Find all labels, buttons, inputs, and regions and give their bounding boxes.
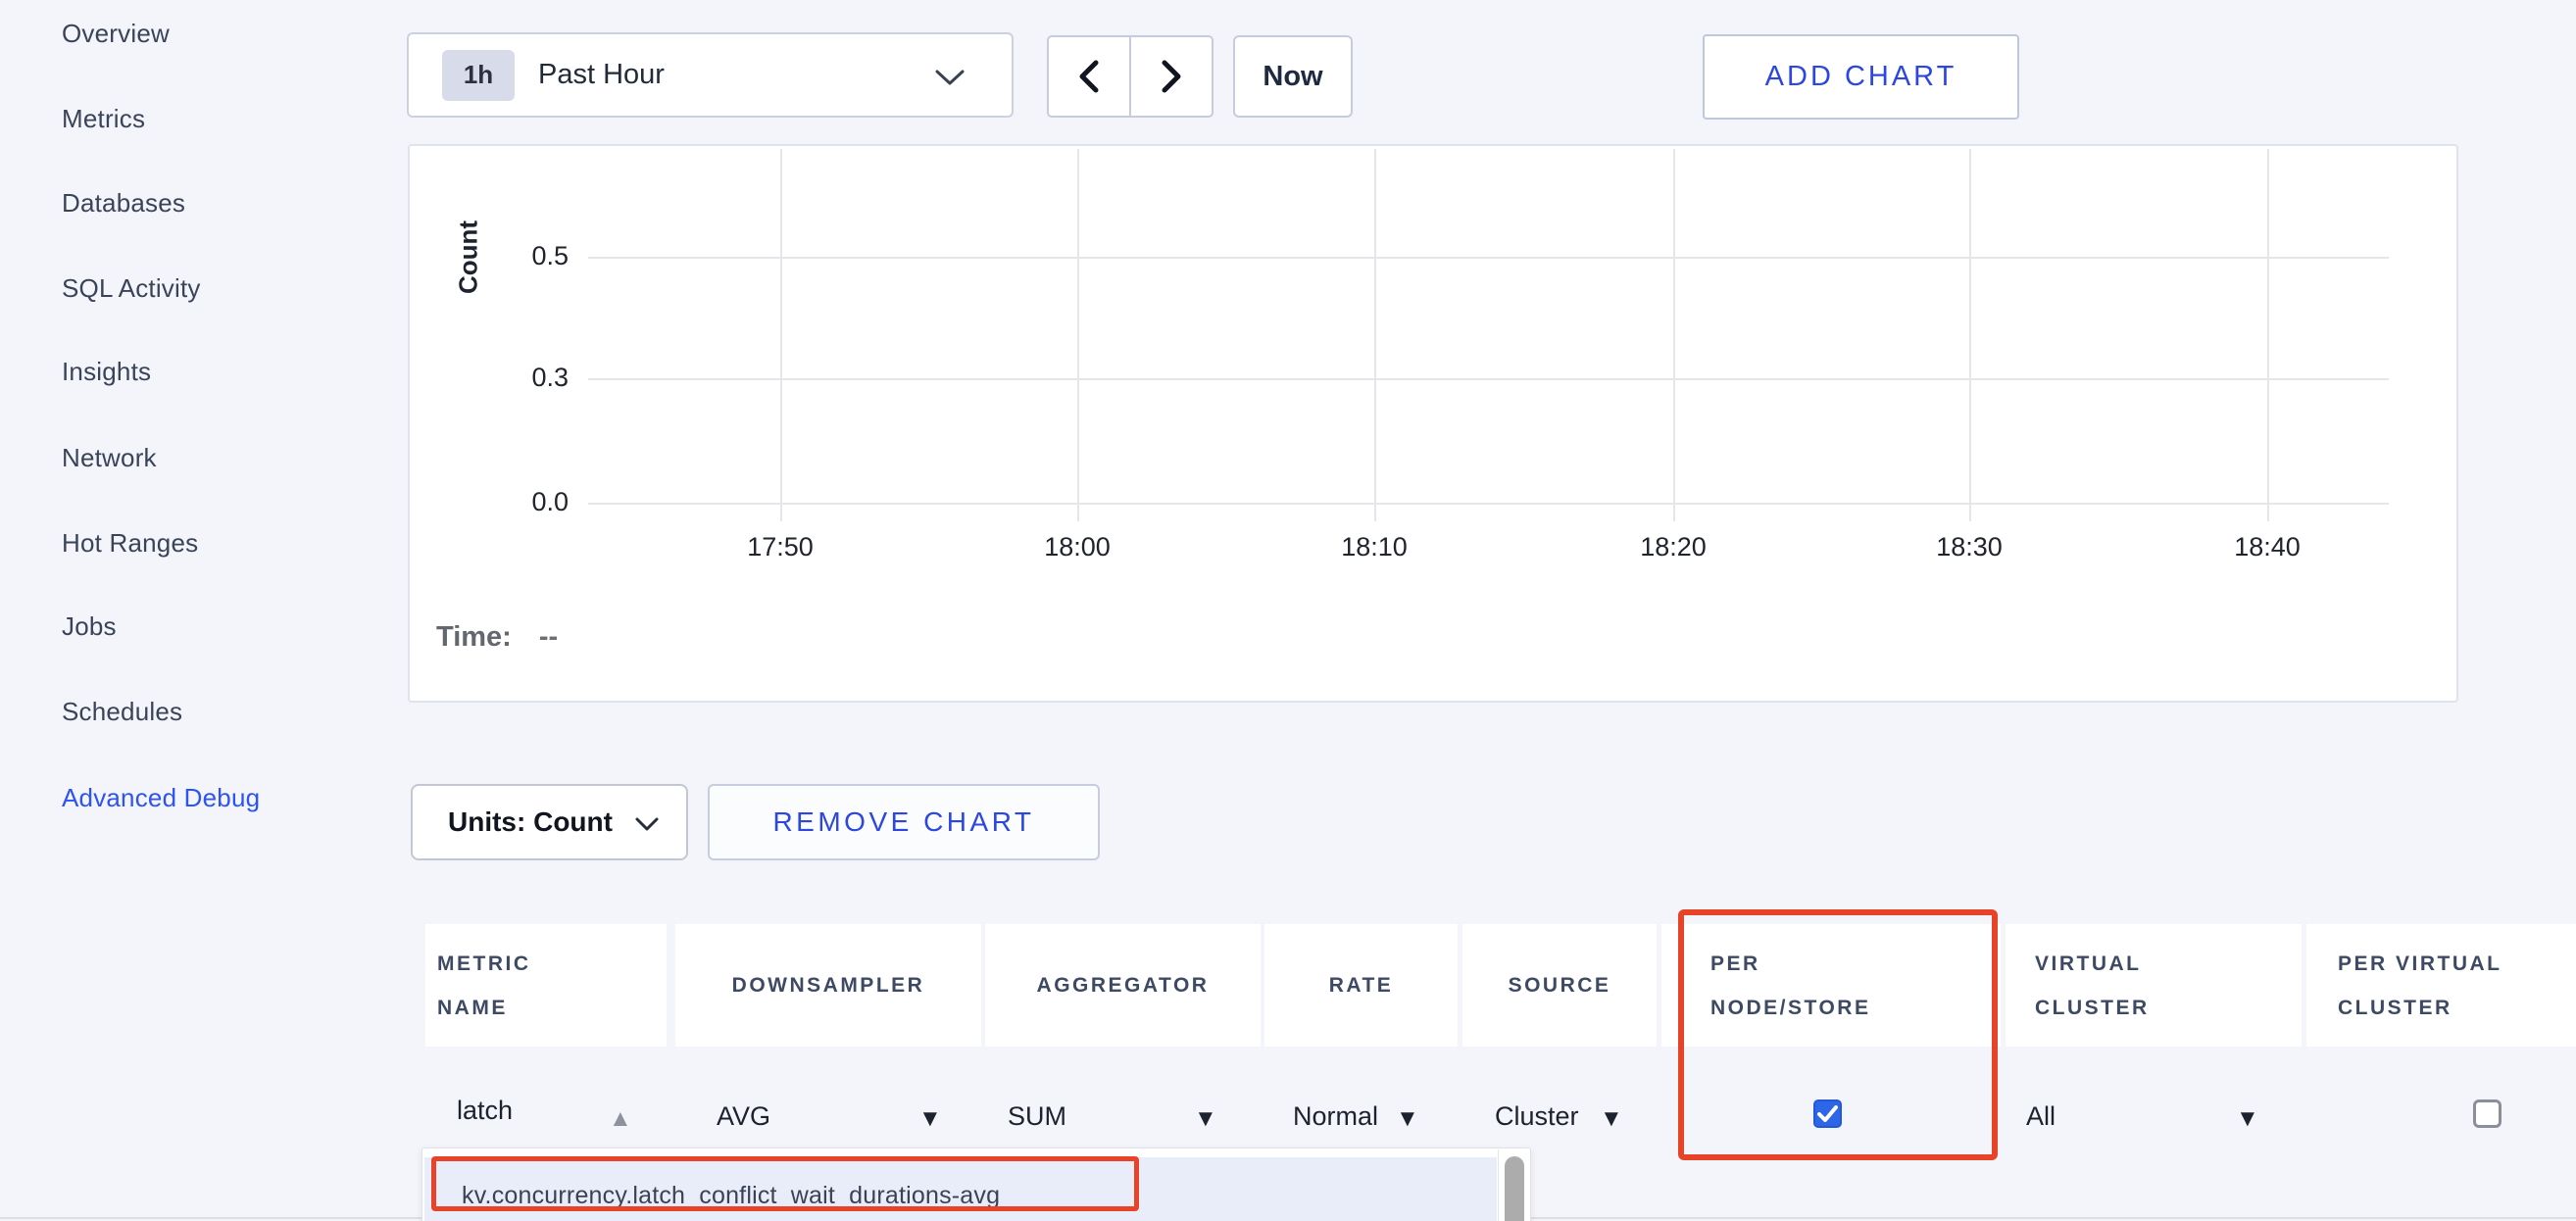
header-line: CLUSTER xyxy=(2035,986,2150,1030)
header-line: PER VIRTUAL xyxy=(2338,942,2502,986)
dropdown-arrow-icon[interactable]: ▼ xyxy=(2236,1105,2259,1133)
rate-select-value[interactable]: Normal xyxy=(1293,1101,1378,1132)
time-value: -- xyxy=(539,621,558,653)
header-line: METRIC xyxy=(437,942,531,986)
header-line: NODE/STORE xyxy=(1710,986,1870,1030)
now-button[interactable]: Now xyxy=(1233,35,1353,118)
header-line: NAME xyxy=(437,986,531,1030)
time-step-buttons xyxy=(1047,35,1214,118)
x-tick-label: 18:00 xyxy=(1009,532,1146,562)
column-header-per-virtual-cluster: PER VIRTUALCLUSTER xyxy=(2306,924,2576,1047)
header-line: CLUSTER xyxy=(2338,986,2502,1030)
sidebar-item-sql-activity[interactable]: SQL Activity xyxy=(62,273,201,304)
x-tick-label: 18:30 xyxy=(1901,532,2038,562)
gridline xyxy=(1374,149,1376,521)
time-range-picker[interactable]: 1h Past Hour xyxy=(407,32,1014,118)
dropdown-arrow-icon[interactable]: ▼ xyxy=(1194,1105,1217,1133)
sidebar-item-jobs[interactable]: Jobs xyxy=(62,611,117,642)
dropdown-arrow-icon[interactable]: ▼ xyxy=(1396,1105,1419,1133)
per-virtual-cluster-checkbox[interactable] xyxy=(2473,1099,2502,1128)
x-tick-label: 18:10 xyxy=(1306,532,1443,562)
y-tick-label: 0.0 xyxy=(471,487,569,517)
sidebar-item-advanced-debug[interactable]: Advanced Debug xyxy=(62,783,260,813)
previous-time-button[interactable] xyxy=(1047,35,1130,118)
metric-suggestion-text: kv.concurrency.latch_conflict_wait_durat… xyxy=(462,1182,1000,1210)
gridline xyxy=(1673,149,1675,521)
sidebar-item-metrics[interactable]: Metrics xyxy=(62,104,145,134)
chart-card[interactable] xyxy=(408,144,2458,703)
metric-suggestions-panel: kv.concurrency.latch_conflict_wait_durat… xyxy=(421,1148,1531,1221)
gridline xyxy=(1077,149,1079,521)
metric-suggestion-item[interactable]: kv.concurrency.latch_conflict_wait_durat… xyxy=(424,1157,1497,1221)
dropdown-arrow-icon[interactable]: ▼ xyxy=(918,1105,942,1133)
checkbox-check-icon xyxy=(1817,1105,1838,1122)
sidebar-item-databases[interactable]: Databases xyxy=(62,188,185,219)
sort-up-icon[interactable]: ▲ xyxy=(609,1105,632,1133)
gridline xyxy=(588,257,2389,259)
header-line: DOWNSAMPLER xyxy=(732,974,925,998)
chevron-right-icon xyxy=(1160,60,1183,93)
aggregator-select-value[interactable]: SUM xyxy=(1008,1101,1066,1132)
metric-name-input[interactable] xyxy=(457,1096,604,1126)
source-select-value[interactable]: Cluster xyxy=(1495,1101,1579,1132)
units-dropdown-label: Units: Count xyxy=(448,806,613,838)
scrollbar-thumb[interactable] xyxy=(1505,1156,1524,1221)
time-label: Time: xyxy=(436,621,512,653)
header-line: SOURCE xyxy=(1509,974,1611,998)
dropdown-arrow-icon[interactable]: ▼ xyxy=(1600,1105,1623,1133)
x-tick-label: 17:50 xyxy=(712,532,849,562)
column-header-source: SOURCE xyxy=(1462,924,1657,1047)
gridline xyxy=(2267,149,2269,521)
column-header-downsampler: DOWNSAMPLER xyxy=(675,924,981,1047)
chevron-down-icon xyxy=(634,816,660,832)
chevron-left-icon xyxy=(1077,60,1101,93)
y-tick-label: 0.3 xyxy=(471,363,569,393)
sidebar-item-insights[interactable]: Insights xyxy=(62,357,151,387)
hover-time-readout: Time: -- xyxy=(436,621,558,654)
sidebar-item-overview[interactable]: Overview xyxy=(62,19,170,49)
gridline xyxy=(588,503,2389,505)
column-header-virtual-cluster: VIRTUALCLUSTER xyxy=(2006,924,2302,1047)
downsampler-select-value[interactable]: AVG xyxy=(717,1101,770,1132)
time-range-label: Past Hour xyxy=(538,59,665,91)
per-node-store-checkbox[interactable] xyxy=(1813,1099,1842,1128)
gridline xyxy=(780,149,782,521)
add-chart-button[interactable]: ADD CHART xyxy=(1703,34,2019,120)
header-line: VIRTUAL xyxy=(2035,942,2150,986)
column-header-aggregator: AGGREGATOR xyxy=(985,924,1261,1047)
units-dropdown[interactable]: Units: Count xyxy=(411,784,688,860)
header-line: RATE xyxy=(1329,974,1394,998)
gridline xyxy=(588,378,2389,380)
virtual-cluster-select-value[interactable]: All xyxy=(2026,1101,2056,1132)
column-header-rate: RATE xyxy=(1264,924,1458,1047)
y-tick-label: 0.5 xyxy=(471,241,569,271)
gridline xyxy=(1969,149,1971,521)
sidebar-item-hot-ranges[interactable]: Hot Ranges xyxy=(62,528,198,559)
next-time-button[interactable] xyxy=(1130,35,1214,118)
header-line: PER xyxy=(1710,942,1870,986)
x-tick-label: 18:40 xyxy=(2199,532,2336,562)
scrollbar-track[interactable] xyxy=(1498,1149,1530,1221)
x-tick-label: 18:20 xyxy=(1605,532,1742,562)
time-range-badge: 1h xyxy=(442,50,515,101)
column-header-metric-name: METRICNAME xyxy=(425,924,667,1047)
sidebar-item-network[interactable]: Network xyxy=(62,443,157,473)
header-line: AGGREGATOR xyxy=(1037,974,1210,998)
chevron-down-icon xyxy=(933,68,966,87)
sidebar-item-schedules[interactable]: Schedules xyxy=(62,697,182,727)
custom-chart-page: Overview Metrics Databases SQL Activity … xyxy=(0,0,2576,1221)
column-header-per-node-store: PERNODE/STORE xyxy=(1661,924,2001,1047)
remove-chart-button[interactable]: REMOVE CHART xyxy=(708,784,1100,860)
